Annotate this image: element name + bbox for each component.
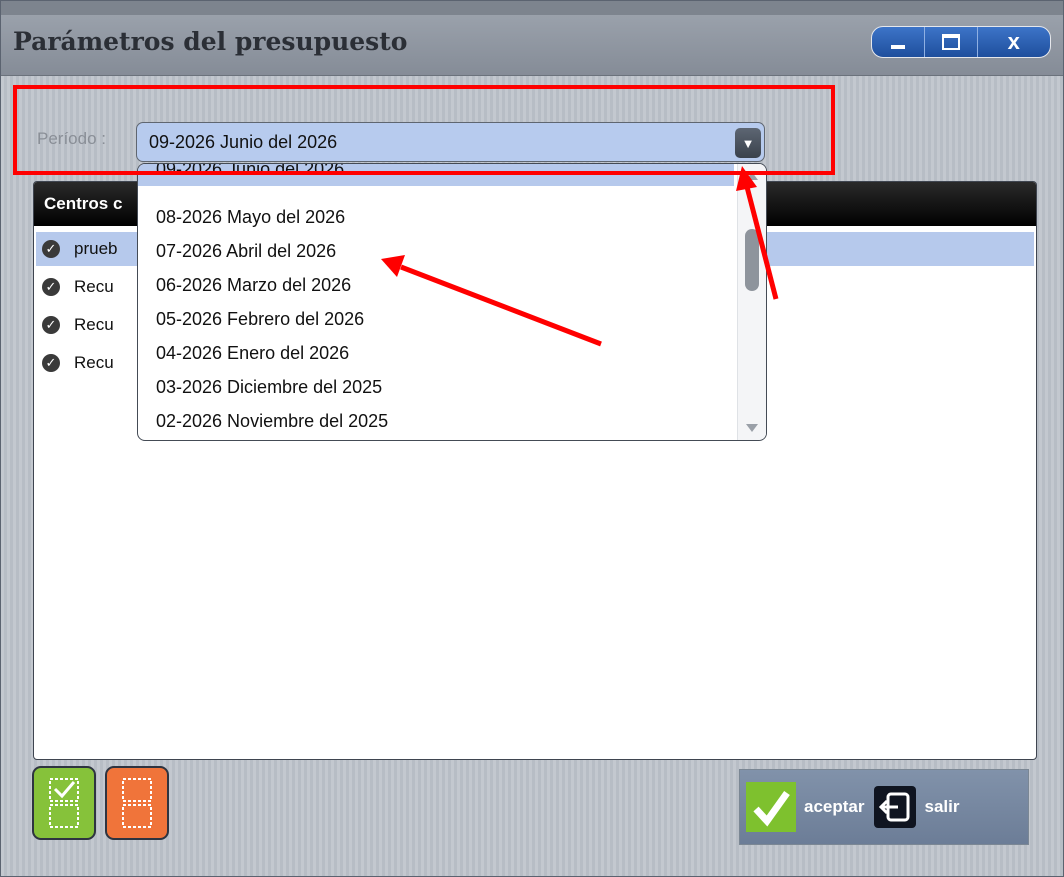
exit-button[interactable]: salir — [924, 797, 959, 817]
period-option[interactable]: 07-2026 Abril del 2026 — [138, 234, 734, 268]
row-label: prueb — [74, 239, 118, 258]
window-controls: x — [871, 26, 1051, 58]
exit-door-icon[interactable] — [874, 786, 917, 828]
period-label: Período : — [37, 129, 106, 148]
window-title: Parámetros del presupuesto — [13, 27, 408, 56]
dropdown-arrow-button[interactable]: ▼ — [735, 128, 761, 158]
select-all-button[interactable] — [32, 766, 96, 840]
row-label: Recu — [74, 277, 114, 296]
period-option[interactable]: 06-2026 Marzo del 2026 — [138, 268, 734, 302]
period-option[interactable]: 03-2026 Diciembre del 2025 — [138, 370, 734, 404]
minimize-icon — [890, 45, 905, 49]
budget-parameters-window: Parámetros del presupuesto x Período : 0… — [0, 0, 1064, 877]
maximize-button[interactable] — [925, 27, 978, 57]
period-combobox[interactable]: 09-2026 Junio del 2026 ▼ — [136, 122, 765, 162]
top-strip — [1, 1, 1063, 15]
close-button[interactable]: x — [978, 27, 1050, 57]
scroll-up-icon[interactable] — [746, 172, 758, 180]
period-option-selected[interactable]: 09-2026 Junio del 2026 — [138, 164, 734, 186]
period-option[interactable]: 08-2026 Mayo del 2026 — [138, 200, 734, 234]
row-label: Recu — [74, 315, 114, 334]
checkbox-checked-icon[interactable]: ✓ — [42, 316, 60, 334]
title-bar: Parámetros del presupuesto x — [1, 15, 1063, 76]
deselect-all-button[interactable] — [105, 766, 169, 840]
maximize-icon — [941, 34, 960, 50]
scroll-down-icon[interactable] — [746, 424, 758, 432]
scroll-thumb[interactable] — [745, 229, 759, 291]
checkbox-checked-icon[interactable]: ✓ — [42, 354, 60, 372]
minimize-button[interactable] — [872, 27, 925, 57]
logout-icon — [879, 792, 910, 822]
dropdown-scrollbar[interactable] — [737, 164, 766, 440]
row-label: Recu — [74, 353, 114, 372]
period-option[interactable]: 05-2026 Febrero del 2026 — [138, 302, 734, 336]
period-option[interactable]: 02-2026 Noviembre del 2025 — [138, 404, 734, 438]
checkmark-icon — [753, 790, 790, 827]
chevron-down-icon: ▼ — [741, 135, 755, 151]
select-all-icon — [49, 778, 79, 828]
deselect-all-icon — [122, 778, 152, 828]
accept-button[interactable]: aceptar — [804, 797, 864, 817]
period-option[interactable]: 04-2026 Enero del 2026 — [138, 336, 734, 370]
checkbox-checked-icon[interactable]: ✓ — [42, 240, 60, 258]
accept-check-icon[interactable] — [746, 782, 796, 832]
period-selected-value: 09-2026 Junio del 2026 — [149, 132, 338, 152]
period-dropdown-list[interactable]: 09-2026 Junio del 2026 08-2026 Mayo del … — [137, 163, 767, 441]
checkbox-checked-icon[interactable]: ✓ — [42, 278, 60, 296]
close-icon: x — [1007, 29, 1020, 54]
action-buttons-bar: aceptar salir — [739, 769, 1029, 845]
